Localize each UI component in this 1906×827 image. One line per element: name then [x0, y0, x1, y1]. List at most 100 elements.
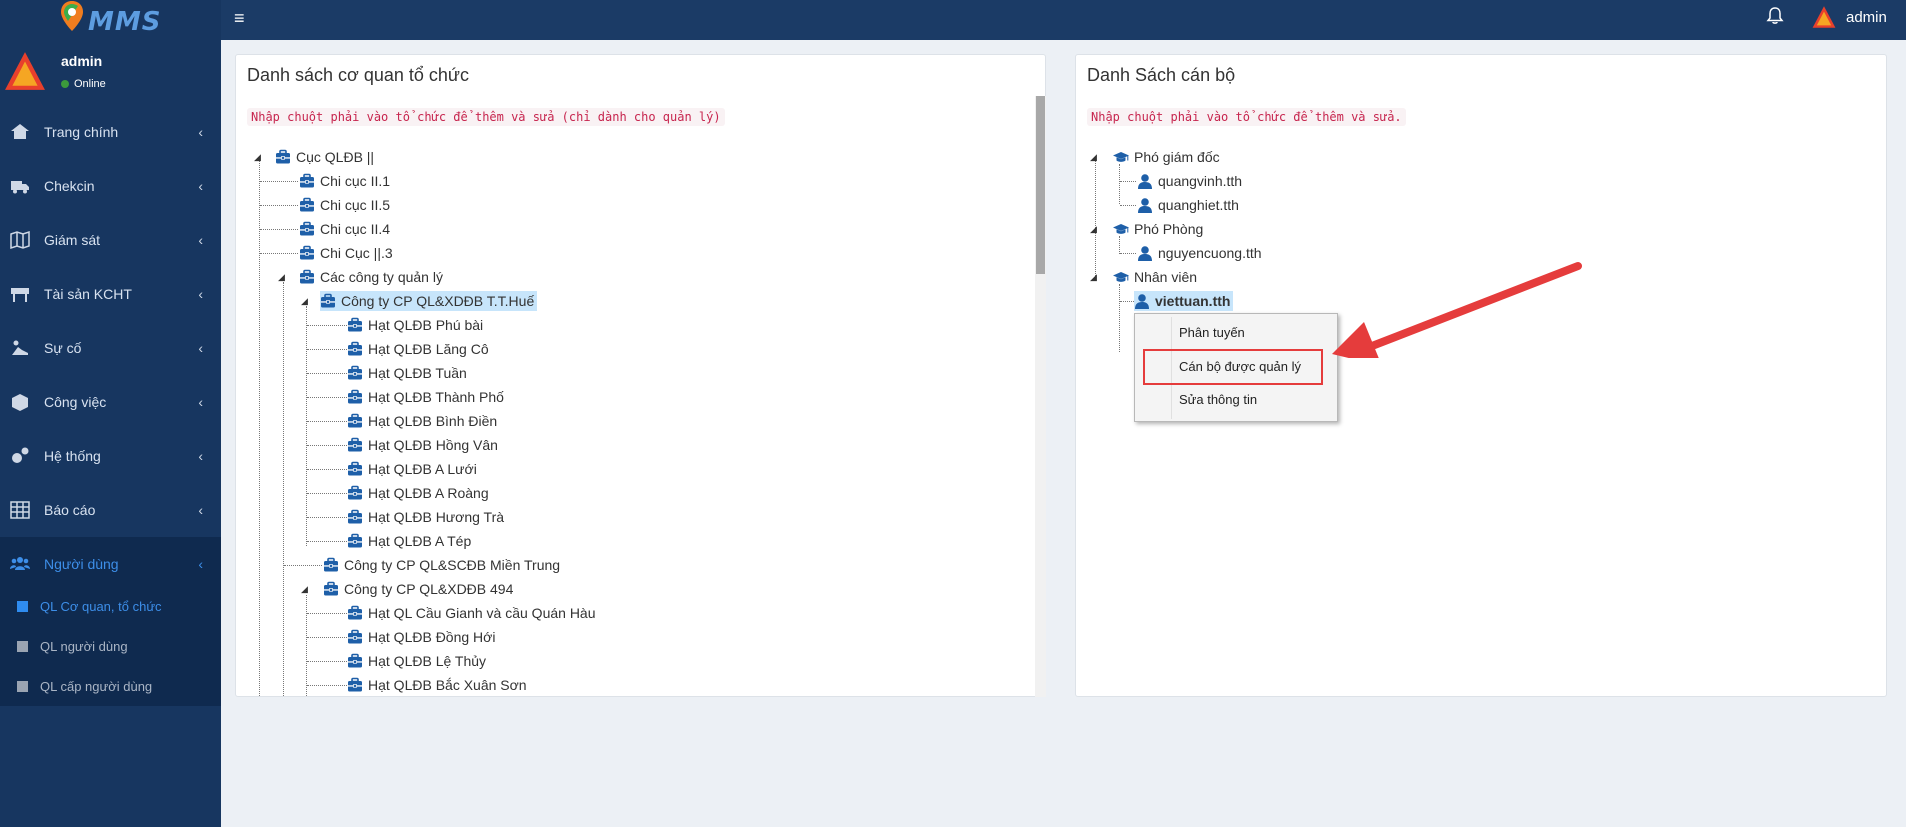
tree-node-label: Hạt QLĐB Tuần	[368, 365, 467, 381]
user-menu[interactable]: admin	[1812, 4, 1887, 30]
tree-node[interactable]: Các công ty quản lý	[299, 267, 446, 287]
scrollbar-thumb[interactable]	[1036, 96, 1045, 274]
sidebar-item-tai-san-kcht[interactable]: Tài sản KCHT ‹	[0, 267, 221, 321]
tree-node-group[interactable]: Nhân viên	[1113, 267, 1200, 287]
tree-connector	[307, 325, 347, 326]
tree-node[interactable]: Hạt QLĐB Đồng Hới	[347, 627, 498, 647]
tree-toggle-expanded[interactable]: ◢	[278, 272, 285, 282]
tree-toggle-expanded[interactable]: ◢	[1090, 224, 1097, 234]
tree-node-group[interactable]: Phó giám đốc	[1113, 147, 1223, 167]
tree-connector	[1120, 253, 1136, 254]
user-icon	[1134, 293, 1150, 309]
tree-node-label: Hạt QLĐB A Roàng	[368, 485, 489, 501]
tree-toggle-expanded[interactable]: ◢	[1090, 152, 1097, 162]
tree-node-user[interactable]: nguyencuong.tth	[1137, 243, 1265, 263]
tree-node-label: nguyencuong.tth	[1158, 245, 1262, 261]
sidebar-item-label: Báo cáo	[44, 502, 96, 518]
tree-toggle-expanded[interactable]: ◢	[301, 296, 308, 306]
submenu-item-ql-co-quan[interactable]: QL Cơ quan, tổ chức	[0, 586, 221, 626]
submenu-item-ql-cap-nguoi-dung[interactable]: QL cấp người dùng	[0, 666, 221, 706]
tree-node[interactable]: Chi cục II.1	[299, 171, 393, 191]
logo-area: MMS	[0, 0, 221, 40]
tree-node[interactable]: Chi cục II.5	[299, 195, 393, 215]
user-panel-name: admin	[61, 53, 103, 69]
tree-node[interactable]: Hạt QLĐB Phú bài	[347, 315, 486, 335]
tree-connector	[307, 397, 347, 398]
sidebar-item-cong-viec[interactable]: Công việc ‹	[0, 375, 221, 429]
briefcase-icon	[347, 605, 363, 621]
briefcase-icon	[347, 485, 363, 501]
tree-node[interactable]: Hạt QL Cầu Gianh và cầu Quán Hàu	[347, 603, 599, 623]
tree-node[interactable]: Công ty CP QL&XDĐB 494	[323, 579, 516, 599]
briefcase-icon	[299, 221, 315, 237]
tree-node[interactable]: Hạt QLĐB Lệ Thủy	[347, 651, 489, 671]
tree-node-user-selected[interactable]: viettuan.tth	[1134, 291, 1234, 311]
tree-connector	[1120, 205, 1136, 206]
tree-node-label: Hạt QL Cầu Gianh và cầu Quán Hàu	[368, 605, 596, 621]
tree-connector	[307, 349, 347, 350]
tree-connector	[307, 613, 347, 614]
chevron-left-icon: ‹	[198, 178, 203, 194]
tree-node-label: Hạt QLĐB Bình Điền	[368, 413, 498, 429]
tree-guide-line	[283, 282, 284, 700]
road-barrier-icon	[11, 288, 29, 302]
tree-node-selected[interactable]: Công ty CP QL&XDĐB T.T.Huế	[320, 291, 538, 311]
tree-node[interactable]: Hạt QLĐB Tuần	[347, 363, 470, 383]
tree-node-label: Chi Cục ||.3	[320, 245, 393, 261]
tree-toggle-expanded[interactable]: ◢	[301, 584, 308, 594]
sidebar-item-nguoi-dung[interactable]: Người dùng ‹	[0, 537, 221, 591]
sidebar-item-bao-cao[interactable]: Báo cáo ‹	[0, 483, 221, 537]
panel-scrollbar[interactable]	[1035, 96, 1046, 697]
tree-node[interactable]: Hạt QLĐB Lăng Cô	[347, 339, 492, 359]
sidebar-item-trang-chinh[interactable]: Trang chính ‹	[0, 105, 221, 159]
notification-bell-icon[interactable]	[1766, 6, 1784, 26]
sidebar-item-he-thong[interactable]: Hệ thống ‹	[0, 429, 221, 483]
chevron-left-icon: ‹	[198, 124, 203, 140]
tree-node-label: Hạt QLĐB Lăng Cô	[368, 341, 489, 357]
sidebar-item-label: Giám sát	[44, 232, 101, 248]
tree-node[interactable]: Chi Cục ||.3	[299, 243, 396, 263]
tree-guide-line	[1119, 284, 1120, 352]
tree-toggle-expanded[interactable]: ◢	[254, 152, 261, 162]
sidebar-item-chekcin[interactable]: Chekcin ‹	[0, 159, 221, 213]
panel-hint: Nhập chuột phải vào tổ chức để thêm và s…	[247, 108, 725, 126]
tree-node[interactable]: Hạt QLĐB Bắc Xuân Sơn	[347, 675, 530, 695]
tree-guide-line	[1119, 164, 1120, 204]
tree-node[interactable]: Hạt QLĐB A Lưới	[347, 459, 480, 479]
tree-node[interactable]: Chi cục II.4	[299, 219, 393, 239]
context-menu-sua-thong-tin[interactable]: Sửa thông tin	[1179, 392, 1257, 407]
submenu-item-ql-nguoi-dung[interactable]: QL người dùng	[0, 626, 221, 666]
graduation-cap-icon	[1113, 269, 1129, 285]
tree-connector	[307, 493, 347, 494]
tree-toggle-expanded[interactable]: ◢	[1090, 272, 1097, 282]
briefcase-icon	[347, 365, 363, 381]
tree-node[interactable]: Hạt QLĐB Hương Trà	[347, 507, 507, 527]
tree-node[interactable]: Hạt QLĐB A Roàng	[347, 483, 492, 503]
sidebar-item-giam-sat[interactable]: Giám sát ‹	[0, 213, 221, 267]
tree-node-group[interactable]: Phó Phòng	[1113, 219, 1206, 239]
tree-node[interactable]: Hạt QLĐB Bình Điền	[347, 411, 500, 431]
logo-pin-icon	[61, 1, 83, 31]
tree-node[interactable]: Cục QLĐB ||	[275, 147, 377, 167]
home-icon	[11, 124, 29, 139]
table-icon	[10, 501, 30, 519]
context-menu-phan-tuyen[interactable]: Phân tuyến	[1179, 325, 1245, 340]
tree-node-label: Công ty CP QL&XDĐB 494	[344, 581, 514, 597]
tree-node[interactable]: Hạt QLĐB A Tép	[347, 531, 474, 551]
tree-node-user[interactable]: quanghiet.tth	[1137, 195, 1242, 215]
briefcase-icon	[347, 341, 363, 357]
tree-node-label: Hạt QLĐB Thành Phố	[368, 389, 504, 405]
sidebar-item-su-co[interactable]: Sự cố ‹	[0, 321, 221, 375]
sidebar-item-label: Hệ thống	[44, 448, 101, 464]
truck-icon	[11, 181, 29, 194]
tree-node[interactable]: Công ty CP QL&SCĐB Miền Trung	[323, 555, 563, 575]
tree-node[interactable]: Hạt QLĐB Thành Phố	[347, 387, 507, 407]
tree-node-user[interactable]: quangvinh.tth	[1137, 171, 1245, 191]
square-bullet-icon	[17, 680, 28, 692]
chevron-left-icon: ‹	[198, 286, 203, 302]
sidebar-toggle-button[interactable]: ≡	[234, 8, 245, 28]
status-text: Online	[74, 78, 106, 90]
tree-node[interactable]: Hạt QLĐB Hồng Vân	[347, 435, 501, 455]
briefcase-icon	[347, 317, 363, 333]
sidebar: admin Online Trang chính ‹ Chekcin ‹ Giá…	[0, 40, 221, 827]
